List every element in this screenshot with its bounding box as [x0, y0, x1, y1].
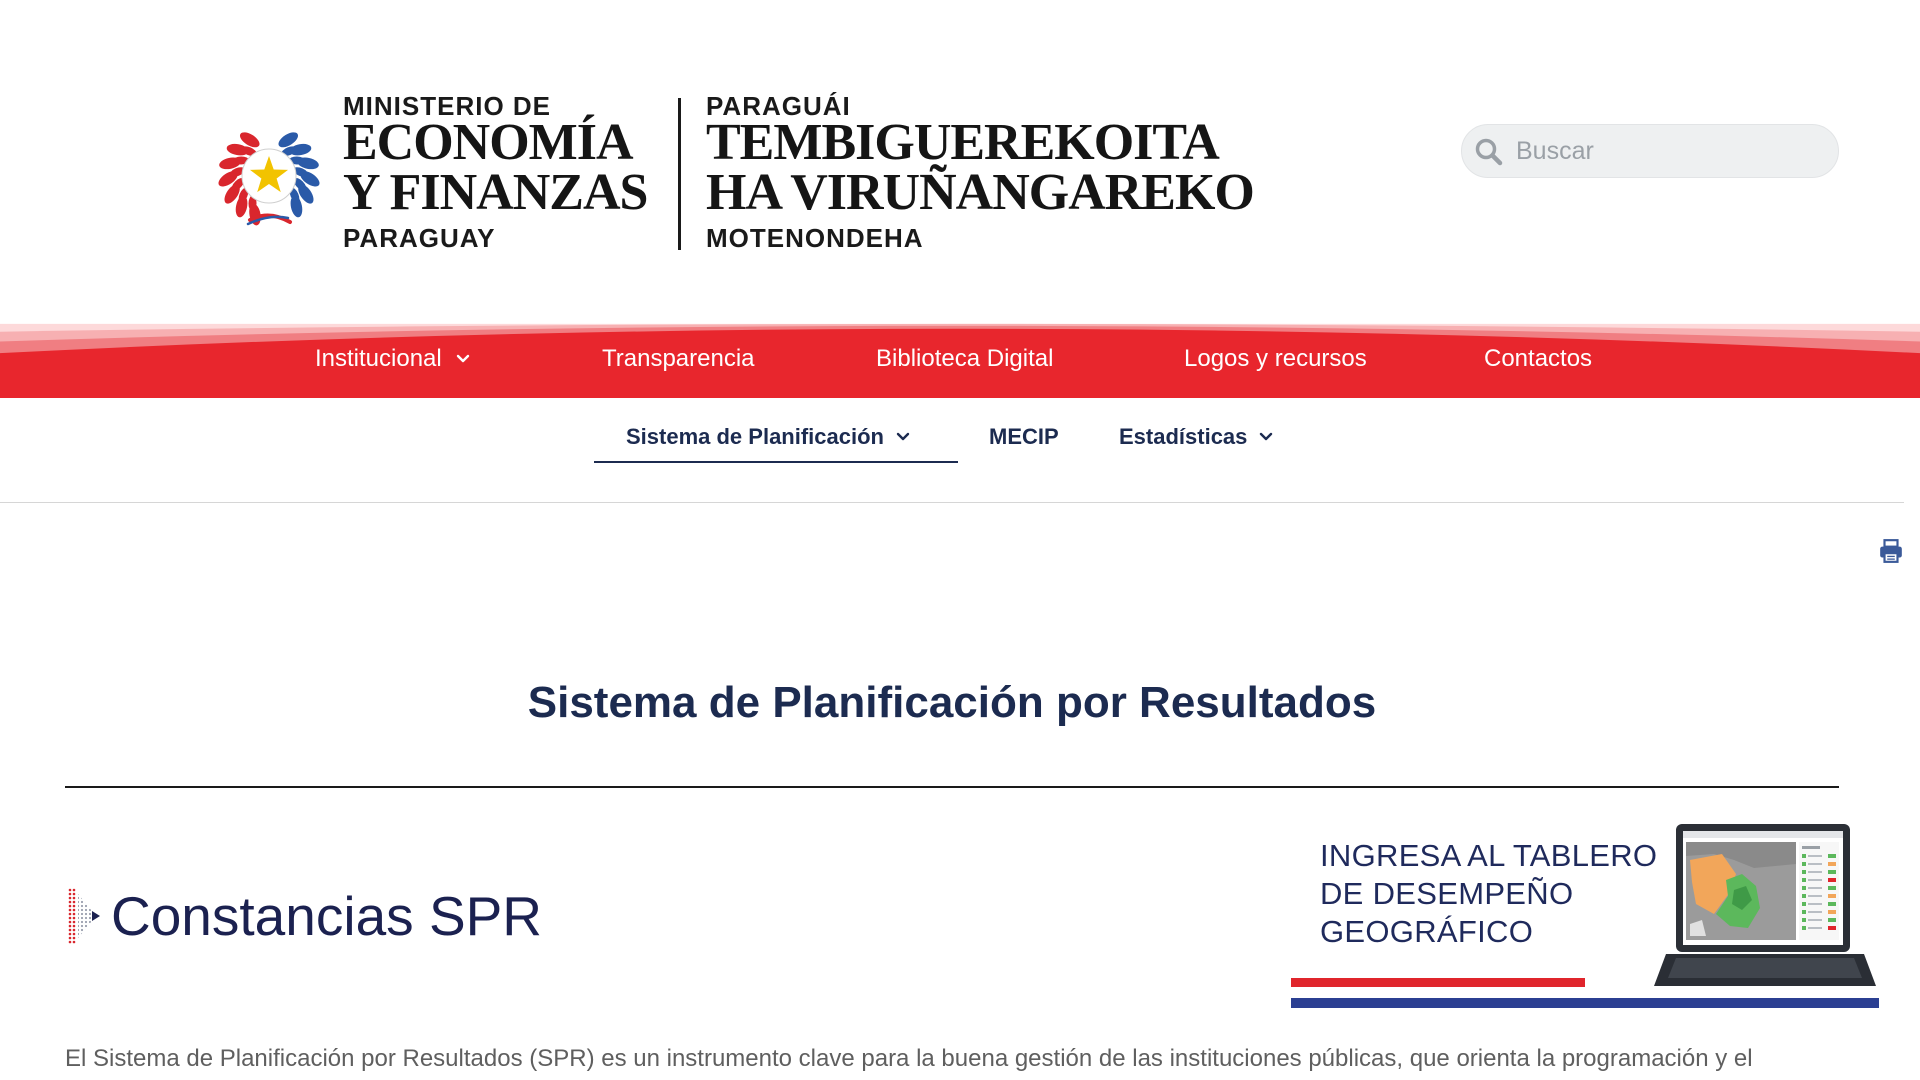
main-nav-label: Biblioteca Digital	[876, 345, 1054, 372]
spr-dotted-arrow-icon	[68, 888, 100, 944]
search-box[interactable]	[1461, 124, 1839, 178]
ministry-logo-line4: PARAGUAY	[343, 223, 496, 253]
main-nav: Institucional Transparencia Biblioteca D…	[0, 334, 1920, 384]
sub-nav: Sistema de Planificación MECIP Estadísti…	[0, 412, 1920, 462]
chevron-down-icon	[896, 432, 910, 441]
title-rule	[65, 786, 1839, 788]
ministry-logo-line3: Y FINANZAS	[343, 164, 648, 221]
main-nav-item-biblioteca-digital[interactable]: Biblioteca Digital	[876, 334, 1053, 384]
main-nav-item-institucional[interactable]: Institucional	[315, 334, 470, 384]
sub-nav-item-estadisticas[interactable]: Estadísticas	[1119, 412, 1273, 462]
banner-line: GEOGRÁFICO	[1320, 914, 1534, 949]
chevron-down-icon	[1260, 432, 1273, 441]
page-title: Sistema de Planificación por Resultados	[527, 678, 1377, 727]
search-icon[interactable]	[1473, 136, 1505, 168]
main-nav-item-transparencia[interactable]: Transparencia	[602, 334, 755, 384]
laptop-map-icon	[1654, 824, 1876, 986]
main-nav-label: Contactos	[1484, 345, 1593, 372]
guarani-logo-line4: MOTENONDEHA	[706, 223, 924, 253]
sub-nav-label: Sistema de Planificación	[626, 424, 884, 449]
sub-nav-label: Estadísticas	[1119, 424, 1248, 449]
logo-divider	[678, 98, 681, 250]
nav-divider	[0, 502, 1904, 503]
sub-nav-item-sistema-planificacion[interactable]: Sistema de Planificación	[626, 412, 910, 462]
banner-line: DE DESEMPEÑO	[1320, 876, 1574, 911]
main-nav-label: Transparencia	[602, 345, 755, 372]
section-heading: Constancias SPR	[111, 885, 543, 947]
print-icon[interactable]	[1878, 538, 1904, 564]
dashboard-banner-link[interactable]: INGRESA AL TABLERO DE DESEMPEÑO GEOGRÁFI…	[1290, 822, 1882, 1012]
main-nav-item-logos-recursos[interactable]: Logos y recursos	[1184, 334, 1367, 384]
paraguay-coat-of-arms-icon	[218, 132, 320, 226]
sub-nav-label: MECIP	[989, 424, 1059, 449]
sub-nav-item-mecip[interactable]: MECIP	[989, 412, 1059, 462]
banner-blue-stripe	[1291, 998, 1879, 1008]
site-header: MINISTERIO DE ECONOMÍA Y FINANZAS PARAGU…	[0, 0, 1920, 316]
guarani-logo-line2: TEMBIGUEREKOITA	[706, 114, 1220, 171]
main-nav-item-contactos[interactable]: Contactos	[1484, 334, 1592, 384]
chevron-down-icon	[456, 354, 469, 363]
active-tab-underline	[594, 461, 958, 463]
banner-red-stripe	[1291, 978, 1585, 987]
banner-line: INGRESA AL TABLERO	[1320, 838, 1658, 873]
main-nav-label: Logos y recursos	[1184, 345, 1367, 372]
search-input[interactable]	[1514, 125, 1826, 177]
ministry-logo-line2: ECONOMÍA	[343, 114, 634, 171]
guarani-logo-line3: HA VIRUÑANGAREKO	[706, 164, 1255, 221]
home-logo-link[interactable]: MINISTERIO DE ECONOMÍA Y FINANZAS PARAGU…	[200, 85, 1280, 260]
print-button[interactable]	[1878, 538, 1904, 564]
main-nav-label: Institucional	[315, 345, 442, 372]
intro-paragraph-container: El Sistema de Planificación por Resultad…	[65, 1044, 1865, 1076]
intro-paragraph: El Sistema de Planificación por Resultad…	[65, 1045, 1753, 1072]
